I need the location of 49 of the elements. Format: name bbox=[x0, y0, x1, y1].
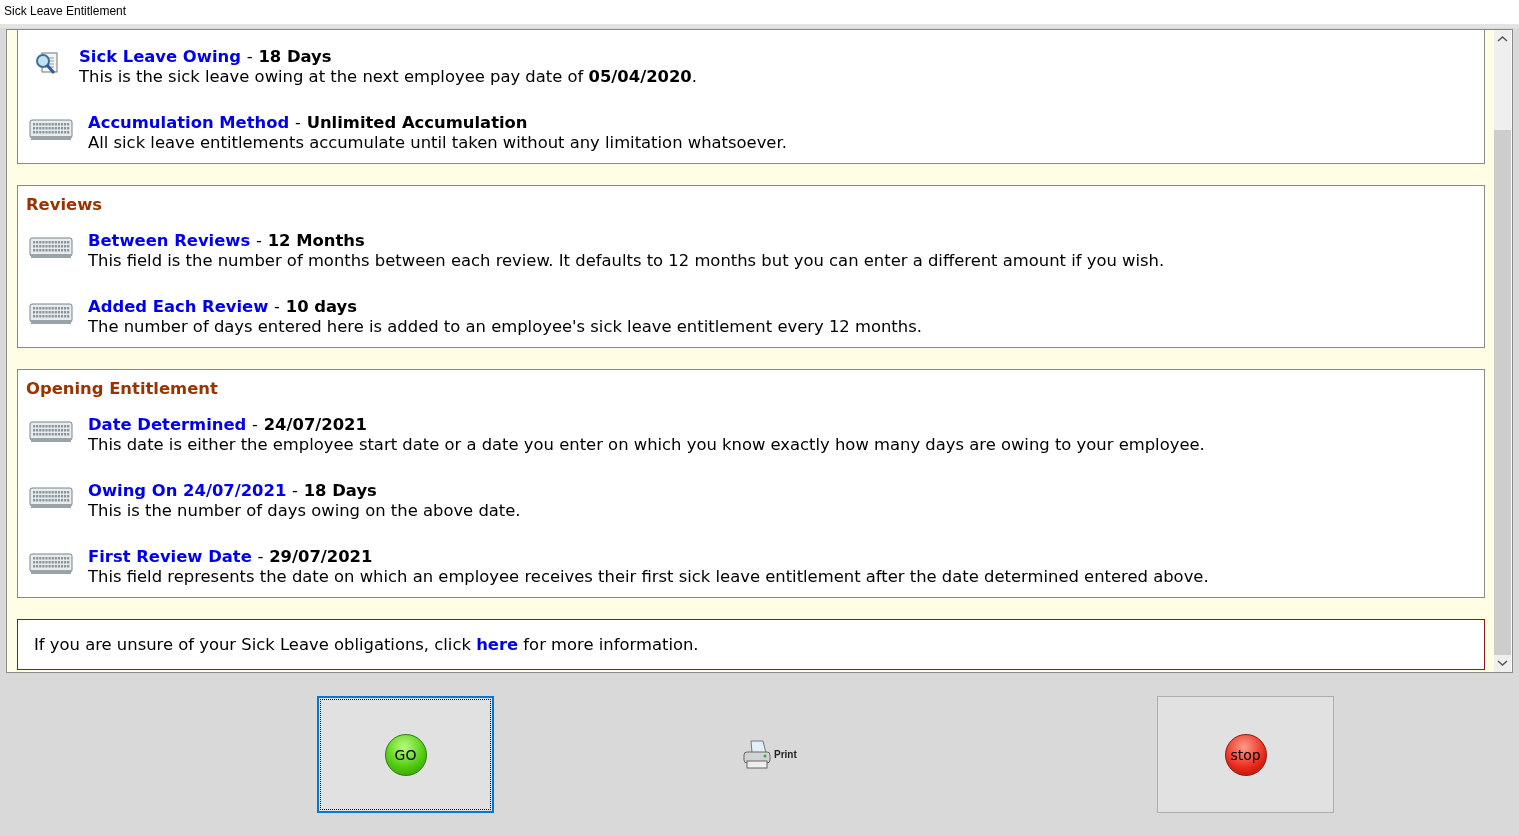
keyboard-icon bbox=[29, 303, 73, 325]
search-document-icon bbox=[34, 51, 60, 77]
field-description: This field is the number of months between each review. It defaults to 12 months but you can enter a different amount if you wish. bbox=[88, 251, 1165, 271]
field-description: This is the number of days owing on the above date. bbox=[88, 501, 521, 521]
field-value: 18 Days bbox=[303, 481, 377, 501]
field-link[interactable]: Owing On 24/07/2021 bbox=[88, 481, 287, 501]
field-link[interactable]: Accumulation Method bbox=[88, 113, 290, 133]
go-button[interactable]: GO bbox=[317, 696, 494, 813]
separator-dash: - bbox=[256, 547, 265, 567]
keyboard-icon bbox=[29, 421, 73, 443]
keyboard-icon bbox=[29, 119, 73, 141]
keyboard-icon bbox=[29, 237, 73, 259]
print-button[interactable]: Print bbox=[742, 696, 797, 813]
round-label: GO bbox=[384, 733, 427, 776]
field-value: 29/07/2021 bbox=[269, 547, 373, 567]
field-value: 12 Months bbox=[267, 231, 365, 251]
keyboard-icon bbox=[29, 487, 73, 509]
section-heading: Opening Entitlement bbox=[26, 379, 219, 399]
field-description: This date is either the employee start date or a date you enter on which you know exactly how many days are owing to your employee. bbox=[88, 435, 1205, 455]
field-link[interactable]: Between Reviews bbox=[88, 231, 251, 251]
separator-dash: - bbox=[255, 231, 263, 251]
field-description: This field represents the date on which an employee receives their first sick leave entitlement after the date determined entered above. bbox=[88, 567, 1209, 587]
stop-button[interactable]: stop bbox=[1157, 696, 1334, 813]
here-link[interactable]: here bbox=[476, 635, 519, 654]
field-value: Unlimited Accumulation bbox=[306, 113, 528, 133]
separator-dash: - bbox=[291, 481, 299, 501]
info-sentence: If you are unsure of your Sick Leave obligations, click here for more information. bbox=[34, 635, 699, 654]
window-title: Sick Leave Entitlement bbox=[3, 3, 128, 20]
scrollbar[interactable] bbox=[1494, 30, 1511, 672]
field-description: All sick leave entitlements accumulate until taken without any limitation whatsoever. bbox=[88, 133, 787, 153]
field-link[interactable]: Added Each Review bbox=[88, 297, 269, 317]
field-value: 24/07/2021 bbox=[263, 415, 367, 435]
scroll-up-icon[interactable] bbox=[1494, 30, 1511, 130]
field-value: 18 Days bbox=[258, 47, 332, 67]
printer-icon bbox=[742, 738, 772, 771]
field-link[interactable]: First Review Date bbox=[88, 547, 252, 567]
field-value: 10 days bbox=[285, 297, 357, 317]
round-label: stop bbox=[1224, 733, 1267, 776]
separator-dash: - bbox=[293, 113, 302, 133]
field-description: The number of days entered here is added to an employee's sick leave entitlement every 12 months. bbox=[88, 317, 922, 337]
separator-dash: - bbox=[245, 47, 254, 67]
separator-dash: - bbox=[251, 415, 259, 435]
keyboard-icon bbox=[29, 553, 73, 575]
section-heading: Reviews bbox=[26, 195, 104, 215]
separator-dash: - bbox=[273, 297, 281, 317]
field-link[interactable]: Sick Leave Owing bbox=[79, 47, 241, 67]
field-description: This is the sick leave owing at the next employee pay date of 05/04/2020. bbox=[79, 67, 697, 87]
scroll-down-icon[interactable] bbox=[1494, 655, 1511, 672]
field-link[interactable]: Date Determined bbox=[88, 415, 247, 435]
